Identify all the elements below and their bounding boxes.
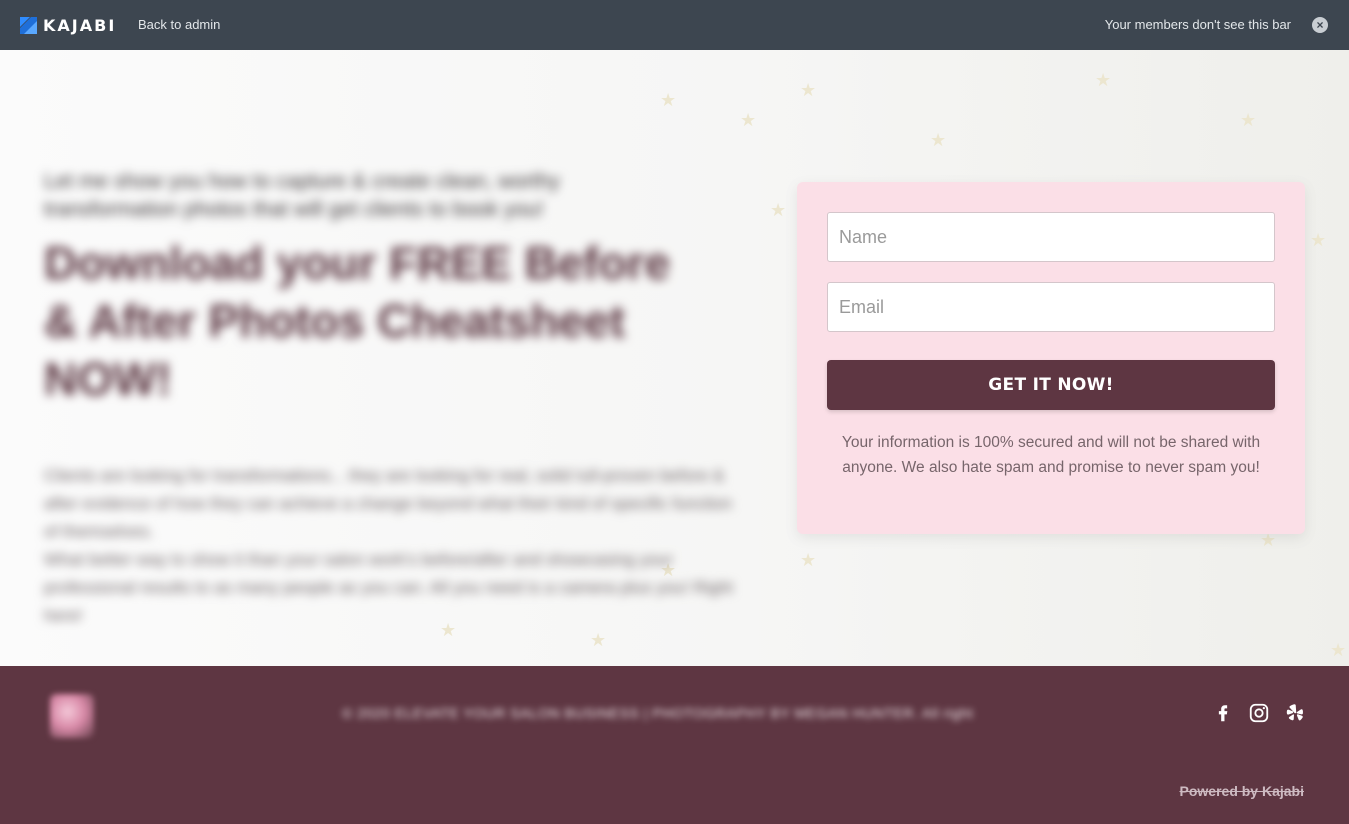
kajabi-logo[interactable]: KAJABI (20, 15, 116, 35)
admin-bar: KAJABI Back to admin Your members don't … (0, 0, 1349, 50)
members-note: Your members don't see this bar (1104, 17, 1291, 32)
kajabi-wordmark: KAJABI (43, 15, 117, 35)
hero-copy: Let me show you how to capture & create … (44, 168, 764, 630)
optin-form-card: GET IT NOW! Your information is 100% sec… (797, 182, 1305, 534)
get-it-now-button[interactable]: GET IT NOW! (827, 360, 1275, 410)
star-decoration: ★ (590, 630, 607, 650)
headline: Download your FREE Before & After Photos… (44, 237, 671, 405)
star-decoration: ★ (1330, 640, 1347, 660)
star-decoration: ★ (930, 130, 947, 150)
pre-headline: Let me show you how to capture & create … (44, 170, 560, 221)
yelp-icon[interactable] (1284, 702, 1306, 724)
email-field[interactable] (827, 282, 1275, 332)
close-bar-icon[interactable]: × (1312, 17, 1328, 33)
social-links (1212, 702, 1306, 724)
name-field[interactable] (827, 212, 1275, 262)
star-decoration: ★ (660, 90, 677, 110)
footer: © 2020 ELEVATE YOUR SALON BUSINESS | PHO… (0, 666, 1349, 824)
star-decoration: ★ (800, 550, 817, 570)
instagram-icon[interactable] (1248, 702, 1270, 724)
powered-by-kajabi[interactable]: Powered by Kajabi (1180, 783, 1304, 799)
copyright-text: © 2020 ELEVATE YOUR SALON BUSINESS | PHO… (342, 705, 974, 721)
star-decoration: ★ (1310, 230, 1327, 250)
secure-note: Your information is 100% secured and wil… (841, 434, 1261, 476)
star-decoration: ★ (740, 110, 757, 130)
star-decoration: ★ (770, 200, 787, 220)
hero-section: ★ ★ ★ ★ ★ ★ ★ ★ ★ ★ ★ ★ ★ ★ Let me show … (0, 50, 1349, 666)
kajabi-logo-icon (20, 16, 37, 34)
body-text: Clients are looking for transformations.… (44, 462, 744, 630)
star-decoration: ★ (1095, 70, 1112, 90)
body-paragraph: Clients are looking for transformations.… (44, 466, 732, 541)
footer-logo[interactable] (50, 694, 94, 738)
back-to-admin-link[interactable]: Back to admin (138, 17, 220, 32)
facebook-icon[interactable] (1212, 702, 1234, 724)
star-decoration: ★ (1240, 110, 1257, 130)
body-paragraph: What better way to show it than your sal… (44, 550, 733, 625)
star-decoration: ★ (800, 80, 817, 100)
